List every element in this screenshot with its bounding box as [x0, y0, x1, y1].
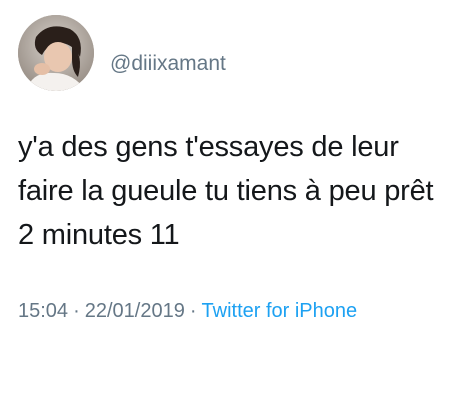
tweet-time[interactable]: 15:04	[18, 300, 68, 322]
avatar[interactable]	[18, 15, 94, 91]
tweet-text: y'a des gens t'essayes de leur faire la …	[18, 125, 458, 257]
user-handle[interactable]: @diiixamant	[110, 51, 226, 77]
avatar-photo-icon	[18, 15, 94, 91]
tweet-text-line: 2 minutes 11	[18, 219, 180, 251]
tweet-text-line: y'a des gens t'essayes de leur	[18, 131, 399, 163]
tweet-metadata: 15:04 · 22/01/2019 · Twitter for iPhone	[18, 298, 357, 324]
tweet-text-line: faire la gueule tu tiens à peu prêt	[18, 175, 434, 207]
meta-separator: ·	[189, 300, 197, 322]
tweet-source-link[interactable]: Twitter for iPhone	[202, 300, 358, 322]
tweet-card: @diiixamant y'a des gens t'essayes de le…	[0, 0, 474, 408]
meta-separator: ·	[73, 300, 80, 322]
tweet-date[interactable]: 22/01/2019	[85, 300, 185, 322]
